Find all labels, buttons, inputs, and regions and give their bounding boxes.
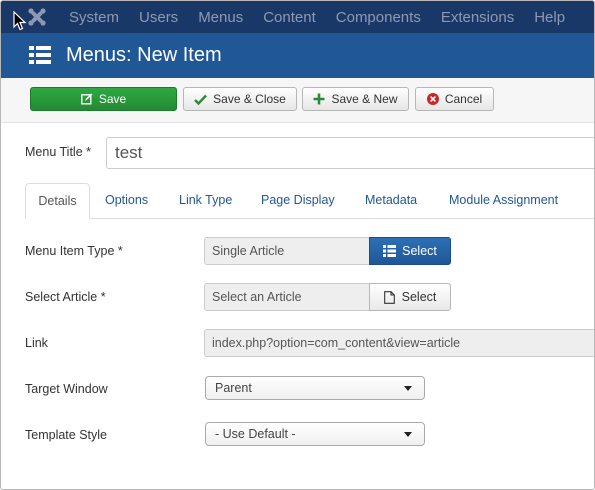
target-window-label: Target Window xyxy=(25,382,108,396)
top-menu-bar: System Users Menus Content Components Ex… xyxy=(1,1,594,33)
app-window: System Users Menus Content Components Ex… xyxy=(0,0,595,490)
select-article-button[interactable]: Select xyxy=(369,283,451,311)
save-new-label: Save & New xyxy=(331,92,398,106)
menu-item-type-select-button[interactable]: Select xyxy=(369,237,451,265)
select-article-label: Select Article * xyxy=(25,290,106,304)
template-style-select[interactable]: - Use Default - xyxy=(205,422,425,446)
select-article-field: Select an Article xyxy=(204,283,370,311)
menu-system[interactable]: System xyxy=(69,9,119,26)
target-window-value: Parent xyxy=(215,381,252,395)
cancel-button[interactable]: Cancel xyxy=(415,87,494,111)
cancel-label: Cancel xyxy=(444,92,483,106)
menu-item-type-select-label: Select xyxy=(402,244,437,258)
menu-menus[interactable]: Menus xyxy=(198,9,243,26)
save-new-button[interactable]: Save & New xyxy=(302,87,409,111)
toolbar: Save Save & Close Save & New Cancel xyxy=(1,78,594,123)
edit-icon xyxy=(80,93,93,105)
file-icon xyxy=(383,290,395,304)
tab-metadata[interactable]: Metadata xyxy=(365,183,417,218)
tab-link-type[interactable]: Link Type xyxy=(179,183,232,218)
menu-help[interactable]: Help xyxy=(534,9,565,26)
plus-icon xyxy=(313,93,325,105)
chevron-down-icon xyxy=(404,432,412,437)
list-icon xyxy=(383,245,397,257)
top-menu: System Users Menus Content Components Ex… xyxy=(69,1,585,33)
link-field: index.php?option=com_content&view=articl… xyxy=(204,329,594,357)
menu-title-input[interactable]: test xyxy=(106,137,594,169)
checkmark-icon xyxy=(194,94,208,105)
tab-details[interactable]: Details xyxy=(25,183,90,219)
menu-item-type-label: Menu Item Type * xyxy=(25,244,123,258)
page-header: Menus: New Item xyxy=(1,33,594,78)
select-article-button-label: Select xyxy=(401,290,437,304)
template-style-label: Template Style xyxy=(25,428,107,442)
tab-bar: Details Options Link Type Page Display M… xyxy=(25,183,594,219)
chevron-down-icon xyxy=(404,386,412,391)
save-close-label: Save & Close xyxy=(213,92,286,106)
target-window-select[interactable]: Parent xyxy=(205,376,425,400)
menu-components[interactable]: Components xyxy=(336,9,421,26)
cancel-circle-icon xyxy=(426,93,439,105)
list-icon xyxy=(29,46,51,64)
tab-options[interactable]: Options xyxy=(105,183,148,218)
joomla-logo-icon[interactable] xyxy=(27,7,47,27)
menu-title-label: Menu Title * xyxy=(25,145,92,159)
save-label: Save xyxy=(98,92,127,106)
menu-extensions[interactable]: Extensions xyxy=(441,9,514,26)
menu-content[interactable]: Content xyxy=(263,9,316,26)
save-close-button[interactable]: Save & Close xyxy=(183,87,297,111)
menu-users[interactable]: Users xyxy=(139,9,178,26)
menu-item-type-field: Single Article xyxy=(204,237,370,265)
template-style-value: - Use Default - xyxy=(215,427,296,441)
tab-page-display[interactable]: Page Display xyxy=(261,183,335,218)
link-label: Link xyxy=(25,336,48,350)
save-button[interactable]: Save xyxy=(30,87,177,111)
tab-module-assignment[interactable]: Module Assignment xyxy=(449,183,558,218)
mouse-cursor-icon xyxy=(13,11,27,31)
page-title: Menus: New Item xyxy=(66,44,222,66)
